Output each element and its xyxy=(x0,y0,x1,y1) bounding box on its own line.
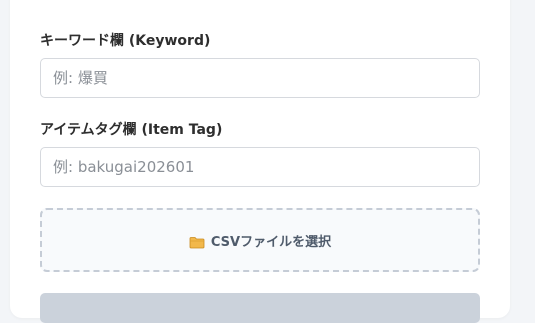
folder-icon xyxy=(189,234,205,248)
csv-file-dropzone[interactable]: CSVファイルを選択 xyxy=(40,208,480,272)
csv-file-select-label: CSVファイルを選択 xyxy=(210,234,332,250)
keyword-label: キーワード欄 (Keyword) xyxy=(40,33,211,49)
submit-button[interactable] xyxy=(40,293,480,323)
item-tag-label: アイテムタグ欄 (Item Tag) xyxy=(40,122,223,138)
item-tag-input[interactable] xyxy=(40,147,480,187)
keyword-input[interactable] xyxy=(40,58,480,98)
csv-file-select-button[interactable]: CSVファイルを選択 xyxy=(189,231,331,250)
